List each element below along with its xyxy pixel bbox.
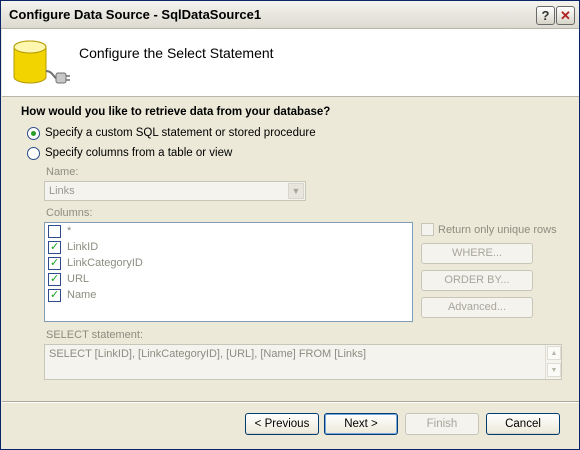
column-label: Name [67,289,97,301]
where-button[interactable]: WHERE... [421,243,533,264]
advanced-button[interactable]: Advanced... [421,297,533,318]
finish-button[interactable]: Finish [405,413,479,435]
previous-button[interactable]: < Previous [245,413,319,435]
column-item-url[interactable]: URL [48,272,248,288]
page-title: Configure the Select Statement [79,45,274,61]
column-item-linkid[interactable]: LinkID [48,240,248,256]
column-label: URL [67,273,90,285]
select-statement-label: SELECT statement: [46,329,144,341]
table-name-value: Links [49,185,75,197]
column-checkbox[interactable] [48,240,61,254]
cancel-button[interactable]: Cancel [486,413,560,435]
column-item-star[interactable]: * [48,224,248,240]
configure-data-source-dialog: Configure Data Source - SqlDataSource1 ?… [0,0,580,450]
help-button[interactable]: ? [536,6,555,25]
order-by-button[interactable]: ORDER BY... [421,270,533,291]
table-columns-label[interactable]: Specify columns from a table or view [45,147,232,159]
column-label: LinkID [67,241,99,253]
close-button[interactable]: ✕ [556,6,575,25]
next-button[interactable]: Next > [324,413,398,435]
unique-rows-checkbox[interactable] [421,223,434,236]
scrollbar[interactable]: ▲ ▼ [545,345,561,379]
title-bar: Configure Data Source - SqlDataSource1 ?… [1,1,579,29]
custom-sql-radio[interactable] [27,127,40,140]
column-item-linkcategoryid[interactable]: LinkCategoryID [48,256,248,272]
column-item-name[interactable]: Name [48,288,248,304]
column-checkbox[interactable] [48,225,61,238]
columns-list[interactable]: * LinkID LinkCategoryID URL Name [44,222,413,322]
unique-rows-label: Return only unique rows [438,224,557,236]
column-checkbox[interactable] [48,272,61,286]
custom-sql-label[interactable]: Specify a custom SQL statement or stored… [45,127,316,139]
database-plug-icon [13,40,70,84]
name-label: Name: [46,166,79,178]
select-statement-value: SELECT [LinkID], [LinkCategoryID], [URL]… [49,348,367,360]
scroll-down-icon[interactable]: ▼ [547,363,561,377]
column-label: * [67,225,72,237]
column-checkbox[interactable] [48,256,61,270]
window-title: Configure Data Source - SqlDataSource1 [9,7,262,22]
columns-label: Columns: [46,207,93,219]
column-label: LinkCategoryID [67,257,143,269]
retrieve-data-question: How would you like to retrieve data from… [21,106,331,118]
table-columns-radio[interactable] [27,147,40,160]
footer-divider [2,401,579,403]
chevron-down-icon[interactable]: ▼ [288,183,304,199]
wizard-header: Configure the Select Statement [2,29,579,97]
table-name-select[interactable]: Links ▼ [44,181,306,201]
scroll-up-icon[interactable]: ▲ [547,346,561,360]
select-statement-textarea[interactable]: SELECT [LinkID], [LinkCategoryID], [URL]… [44,344,562,380]
column-checkbox[interactable] [48,288,61,302]
